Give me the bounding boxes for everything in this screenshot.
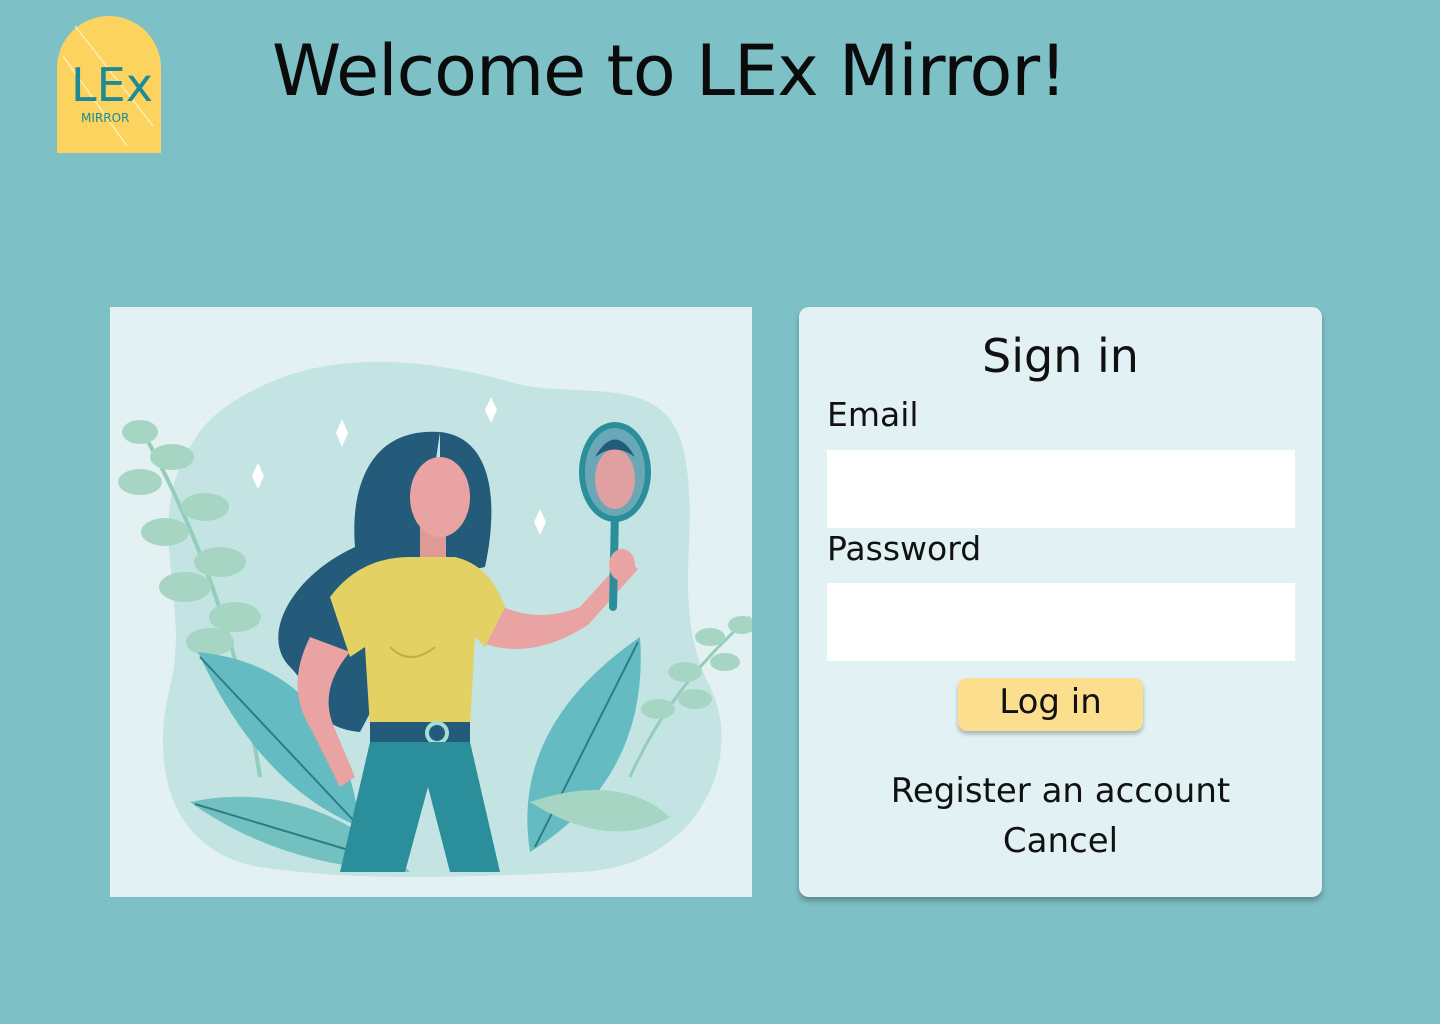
register-account-link[interactable]: Register an account [799,771,1322,811]
log-in-button[interactable]: Log in [958,678,1143,731]
woman-with-mirror-illustration [110,307,752,897]
password-label: Password [827,529,982,568]
logo-word: LEx [71,58,153,112]
sign-in-card: Sign in Email Password Log in Register a… [799,307,1322,897]
email-label: Email [827,395,919,434]
password-field[interactable] [827,583,1295,661]
logo-subword: MIRROR [81,111,129,125]
page-title: Welcome to LEx Mirror! [272,30,1067,112]
cancel-link[interactable]: Cancel [799,821,1322,861]
sign-in-title: Sign in [982,329,1139,383]
email-field[interactable] [827,450,1295,528]
lex-mirror-logo: LEx MIRROR [57,16,161,153]
